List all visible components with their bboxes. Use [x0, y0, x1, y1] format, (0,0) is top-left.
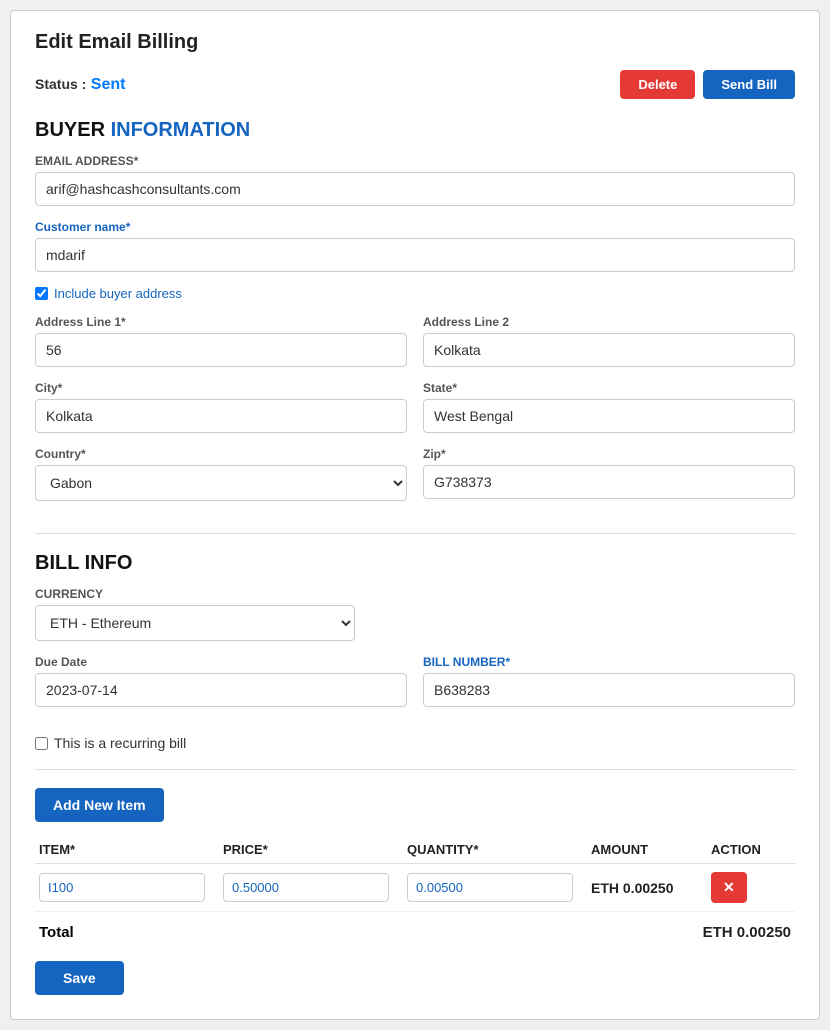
col-header-amount: AMOUNT — [591, 842, 711, 857]
due-date-field-group: Due Date — [35, 655, 407, 707]
price-input[interactable] — [223, 873, 389, 902]
address-row: Address Line 1* Address Line 2 — [35, 315, 795, 381]
address-line2-group: Address Line 2 — [423, 315, 795, 367]
customer-name-label: Customer name* — [35, 220, 795, 234]
quantity-input[interactable] — [407, 873, 573, 902]
state-field-group: State* — [423, 381, 795, 433]
bill-section-title: BILL INFO — [35, 552, 795, 575]
bill-number-label: BILL NUMBER* — [423, 655, 795, 669]
price-cell — [223, 873, 407, 902]
col-header-action: ACTION — [711, 842, 791, 857]
due-date-bill-number-row: Due Date BILL NUMBER* — [35, 655, 795, 721]
include-address-row: Include buyer address — [35, 286, 795, 301]
action-cell: ✕ — [711, 872, 791, 903]
save-button[interactable]: Save — [35, 961, 124, 995]
zip-input[interactable] — [423, 465, 795, 499]
total-row: Total ETH 0.00250 — [35, 912, 795, 947]
col-header-quantity: QUANTITY* — [407, 842, 591, 857]
currency-select[interactable]: ETH - Ethereum — [35, 605, 355, 641]
due-date-input[interactable] — [35, 673, 407, 707]
address-line1-input[interactable] — [35, 333, 407, 367]
bill-number-field-group: BILL NUMBER* — [423, 655, 795, 707]
city-input[interactable] — [35, 399, 407, 433]
status-display: Status : Sent — [35, 76, 125, 94]
currency-field-group: CURRENCY ETH - Ethereum — [35, 587, 795, 641]
address-line2-input[interactable] — [423, 333, 795, 367]
edit-email-billing-card: Edit Email Billing Status : Sent Delete … — [10, 10, 820, 1020]
status-label: Status : — [35, 76, 86, 92]
action-buttons: Delete Send Bill — [620, 70, 795, 99]
buyer-section-title: BUYER INFORMATION — [35, 119, 795, 142]
state-label: State* — [423, 381, 795, 395]
country-field-group: Country* Gabon — [35, 447, 407, 501]
table-header: ITEM* PRICE* QUANTITY* AMOUNT ACTION — [35, 836, 795, 864]
email-input[interactable] — [35, 172, 795, 206]
city-label: City* — [35, 381, 407, 395]
page-title: Edit Email Billing — [35, 31, 795, 54]
add-new-item-button[interactable]: Add New Item — [35, 788, 164, 822]
include-address-label[interactable]: Include buyer address — [54, 286, 182, 301]
delete-button[interactable]: Delete — [620, 70, 695, 99]
zip-field-group: Zip* — [423, 447, 795, 501]
status-value: Sent — [91, 76, 126, 93]
country-select[interactable]: Gabon — [35, 465, 407, 501]
customer-name-input[interactable] — [35, 238, 795, 272]
email-field-group: EMAIL ADDRESS* — [35, 154, 795, 206]
section-divider — [35, 533, 795, 534]
address-line1-group: Address Line 1* — [35, 315, 407, 367]
item-input[interactable] — [39, 873, 205, 902]
col-header-item: ITEM* — [39, 842, 223, 857]
state-input[interactable] — [423, 399, 795, 433]
recurring-label[interactable]: This is a recurring bill — [54, 735, 186, 751]
due-date-label: Due Date — [35, 655, 407, 669]
quantity-cell — [407, 873, 591, 902]
col-header-price: PRICE* — [223, 842, 407, 857]
country-zip-row: Country* Gabon Zip* — [35, 447, 795, 515]
status-row: Status : Sent Delete Send Bill — [35, 70, 795, 99]
email-label: EMAIL ADDRESS* — [35, 154, 795, 168]
city-field-group: City* — [35, 381, 407, 433]
send-bill-button[interactable]: Send Bill — [703, 70, 795, 99]
amount-cell: ETH 0.00250 — [591, 880, 711, 896]
table-row: ETH 0.00250 ✕ — [35, 864, 795, 912]
city-state-row: City* State* — [35, 381, 795, 447]
bill-number-input[interactable] — [423, 673, 795, 707]
item-cell — [39, 873, 223, 902]
address-line2-label: Address Line 2 — [423, 315, 795, 329]
total-amount: ETH 0.00250 — [703, 924, 791, 941]
address-line1-label: Address Line 1* — [35, 315, 407, 329]
zip-label: Zip* — [423, 447, 795, 461]
items-divider — [35, 769, 795, 770]
currency-label: CURRENCY — [35, 587, 795, 601]
delete-row-button[interactable]: ✕ — [711, 872, 747, 903]
customer-name-field-group: Customer name* — [35, 220, 795, 272]
include-address-checkbox[interactable] — [35, 287, 48, 300]
total-label: Total — [39, 924, 74, 941]
country-label: Country* — [35, 447, 407, 461]
recurring-checkbox[interactable] — [35, 737, 48, 750]
recurring-row: This is a recurring bill — [35, 735, 795, 751]
